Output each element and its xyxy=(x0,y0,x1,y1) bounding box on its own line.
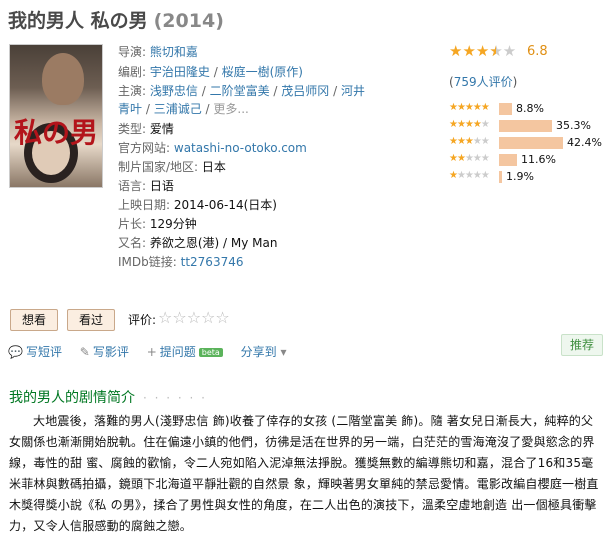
histogram-row: ★★★★★ 42.4% xyxy=(449,136,614,150)
more-cast-link[interactable]: 更多... xyxy=(213,102,248,116)
histogram-stars-icon: ★★★★★ xyxy=(449,136,490,147)
poster-actor-face xyxy=(42,53,84,105)
writer-row: 编剧: 宇治田隆史 / 桜庭一樹(原作) xyxy=(118,65,303,79)
aka-row: 又名: 养欲之恩(港) / My Man xyxy=(118,236,278,250)
cast-link[interactable]: 浅野忠信 xyxy=(150,84,198,98)
release-row: 上映日期: 2014-06-14(日本) xyxy=(118,198,277,212)
write-review-action[interactable]: ✎ 写影评 xyxy=(80,345,129,359)
movie-title: 我的男人 私の男 xyxy=(8,10,148,32)
country-value: 日本 xyxy=(201,160,226,174)
writer-link[interactable]: 宇治田隆史 xyxy=(150,65,210,79)
runtime-row: 片长: 129分钟 xyxy=(118,217,197,231)
recommend-button[interactable]: 推荐 xyxy=(561,334,603,356)
histogram-row: ★★★★★ 35.3% xyxy=(449,119,614,133)
writer-link[interactable]: 桜庭一樹(原作) xyxy=(222,65,303,79)
histogram-bar xyxy=(499,154,517,166)
chevron-down-icon: ▾ xyxy=(280,345,287,359)
watched-button[interactable]: 看过 xyxy=(67,309,115,331)
rating-score: 6.8 xyxy=(527,44,548,59)
cast-link[interactable]: 二阶堂富美 xyxy=(210,84,270,98)
histogram-row: ★★★★★ 1.9% xyxy=(449,170,614,184)
synopsis-heading: 我的男人的剧情简介 · · · · · · xyxy=(9,390,207,406)
pencil-icon: ✎ xyxy=(79,345,90,359)
histogram-bar xyxy=(499,103,512,115)
aka-value: 养欲之恩(港) / My Man xyxy=(149,236,278,250)
rating-block: ★★★★★★ 6.8 (759人评价) ★★★★★8.8%★★★★★35.3%★… xyxy=(449,42,609,183)
director-row: 导演: 熊切和嘉 xyxy=(118,45,198,59)
language-row: 语言: 日语 xyxy=(118,179,174,193)
histogram-row: ★★★★★ 8.8% xyxy=(449,102,614,116)
synopsis-text: 大地震後，落難的男人(淺野忠信 飾)收養了倖存的女孩 (二階堂富美 飾)。隨 著… xyxy=(9,414,599,533)
action-bar: 💬 写短评 ✎ 写影评 + 提问题 beta 分享到 ▾ xyxy=(8,343,304,360)
write-short-review-action[interactable]: 💬 写短评 xyxy=(8,345,62,359)
histogram-bar xyxy=(499,171,502,183)
genre-row: 类型: 爱情 xyxy=(118,122,174,136)
cast-row: 主演: 浅野忠信 / 二阶堂富美 / 茂吕师冈 / 河井 xyxy=(118,84,365,98)
heading-dots: · · · · · · xyxy=(143,391,207,405)
votes-link[interactable]: 759人评价 xyxy=(454,75,513,89)
cast-row-continued: 青叶 / 三浦诚己 / 更多... xyxy=(118,102,249,116)
histogram-percent: 8.8% xyxy=(516,102,544,115)
histogram-percent: 11.6% xyxy=(521,153,556,166)
cast-link[interactable]: 青叶 xyxy=(118,102,142,116)
share-action[interactable]: 分享到 ▾ xyxy=(241,345,290,359)
rate-label: 评价: xyxy=(128,313,157,327)
movie-year: (2014) xyxy=(153,10,224,32)
histogram-row: ★★★★★ 11.6% xyxy=(449,153,614,167)
genre-value: 爱情 xyxy=(149,122,174,136)
imdb-link[interactable]: tt2763746 xyxy=(181,255,244,269)
release-value: 2014-06-14(日本) xyxy=(173,198,277,212)
website-row: 官方网站: watashi-no-otoko.com xyxy=(118,141,307,155)
beta-badge: beta xyxy=(198,348,223,357)
ask-question-action[interactable]: + 提问题 beta xyxy=(147,345,223,359)
histogram-stars-icon: ★★★★★ xyxy=(449,153,490,164)
rating-votes: (759人评价) xyxy=(449,75,518,89)
cast-link[interactable]: 三浦诚己 xyxy=(154,102,202,116)
histogram-stars-icon: ★★★★★ xyxy=(449,119,490,130)
plus-icon: + xyxy=(146,345,157,359)
cast-link[interactable]: 河井 xyxy=(341,84,365,98)
movie-poster[interactable]: 私の男 xyxy=(9,44,103,188)
official-site-link[interactable]: watashi-no-otoko.com xyxy=(174,141,307,155)
imdb-row: IMDb链接: tt2763746 xyxy=(118,255,244,269)
runtime-value: 129分钟 xyxy=(149,217,197,231)
histogram-percent: 35.3% xyxy=(556,119,591,132)
histogram-stars-icon: ★★★★★ xyxy=(449,170,490,181)
want-to-watch-button[interactable]: 想看 xyxy=(10,309,58,331)
page-title: 我的男人 私の男 (2014) xyxy=(8,6,224,33)
director-link[interactable]: 熊切和嘉 xyxy=(150,45,198,59)
cast-link[interactable]: 茂吕师冈 xyxy=(281,84,329,98)
language-value: 日语 xyxy=(149,179,174,193)
country-row: 制片国家/地区: 日本 xyxy=(118,160,226,174)
histogram-stars-icon: ★★★★★ xyxy=(449,102,490,113)
rate-stars-icon[interactable]: ☆☆☆☆☆ xyxy=(158,308,230,327)
histogram-bar xyxy=(499,120,552,132)
histogram-bar xyxy=(499,137,563,149)
histogram-percent: 1.9% xyxy=(506,170,534,183)
comment-icon: 💬 xyxy=(8,345,23,359)
histogram-percent: 42.4% xyxy=(567,136,602,149)
poster-title-art: 私の男 xyxy=(14,116,99,149)
